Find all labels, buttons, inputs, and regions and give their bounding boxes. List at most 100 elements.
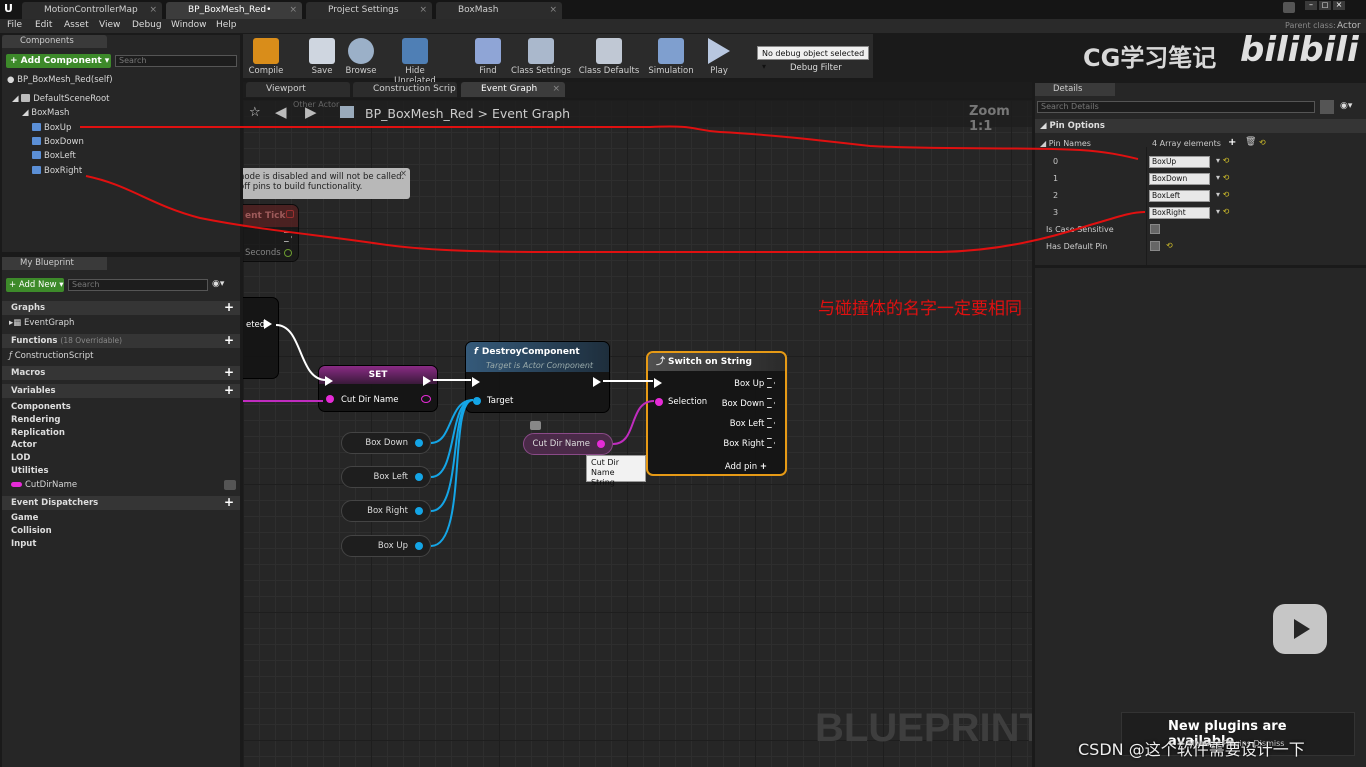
section-functions[interactable]: Functions (18 Overridable) + [2, 334, 240, 348]
section-macros[interactable]: Macros + [2, 366, 240, 380]
pin-name-field-1[interactable]: BoxDown [1149, 173, 1210, 185]
array-count: 4 Array elements [1152, 139, 1221, 148]
blueprint-search-input[interactable]: Search [68, 279, 208, 291]
dispatcher-group-game[interactable]: Game [11, 513, 38, 523]
var-group-actor[interactable]: Actor [11, 440, 37, 450]
play-button[interactable]: Play [702, 36, 736, 78]
hide-unrelated-button[interactable]: Hide Unrelated [384, 36, 446, 86]
find-button[interactable]: Find [472, 36, 504, 78]
delete-element-icon[interactable]: 🗑 [1245, 137, 1256, 147]
dispatcher-group-input[interactable]: Input [11, 539, 36, 549]
close-icon[interactable]: × [552, 82, 560, 96]
component-boxup[interactable]: BoxUp [32, 123, 71, 133]
add-dispatcher-icon[interactable]: + [224, 496, 234, 509]
section-variables[interactable]: Variables + [2, 384, 240, 398]
var-group-rendering[interactable]: Rendering [11, 415, 60, 425]
tab-bp-boxmesh-red[interactable]: BP_BoxMesh_Red• × [166, 2, 302, 19]
menu-help[interactable]: Help [216, 20, 237, 30]
details-header: Details [1035, 83, 1115, 96]
menu-edit[interactable]: Edit [35, 20, 52, 30]
reset-default-icon[interactable]: ⟲ [1166, 241, 1173, 250]
default-pin-checkbox[interactable] [1150, 241, 1160, 251]
details-eye-icon[interactable]: ◉▾ [1340, 101, 1352, 111]
components-search-input[interactable]: Search [115, 55, 237, 67]
tab-project-settings[interactable]: Project Settings × [306, 2, 432, 19]
event-graph-canvas[interactable]: ☆ ◀ ▶ BP_BoxMesh_Red > Event Graph Other… [243, 100, 1032, 767]
minimize-icon[interactable]: – [1305, 1, 1317, 10]
browse-button[interactable]: Browse [343, 36, 379, 78]
compile-button[interactable]: Compile [246, 36, 286, 78]
graph-eventgraph[interactable]: ▸▦ EventGraph [9, 318, 74, 328]
reset-default-icon[interactable]: ⟲ [1259, 138, 1266, 147]
tab-label: Event Graph [481, 84, 538, 94]
pin-options-section[interactable]: ◢ Pin Options [1035, 119, 1366, 133]
add-component-button[interactable]: + Add Component ▾ [6, 54, 111, 68]
add-new-button[interactable]: + Add New ▾ [6, 278, 64, 292]
add-graph-icon[interactable]: + [224, 301, 234, 314]
component-self[interactable]: ● BP_BoxMesh_Red(self) [7, 75, 113, 85]
component-boxdown[interactable]: BoxDown [32, 137, 84, 147]
class-settings-button[interactable]: Class Settings [511, 36, 571, 78]
component-boxright[interactable]: BoxRight [32, 166, 82, 176]
var-group-lod[interactable]: LOD [11, 453, 30, 463]
visibility-eye-icon[interactable]: ◉▾ [212, 279, 236, 290]
add-element-icon[interactable]: + [1228, 137, 1236, 148]
close-window-icon[interactable]: × [1333, 1, 1345, 10]
variable-cutdirname[interactable]: CutDirName [11, 480, 77, 490]
var-group-replication[interactable]: Replication [11, 428, 65, 438]
pin-name-field-0[interactable]: BoxUp [1149, 156, 1210, 168]
component-label: BoxRight [44, 166, 83, 176]
section-event-dispatchers[interactable]: Event Dispatchers + [2, 496, 240, 510]
debug-object-select[interactable]: No debug object selected ▾ [757, 46, 869, 71]
component-root[interactable]: ◢ DefaultSceneRoot [12, 94, 109, 104]
button-label: Browse [345, 66, 377, 76]
debug-filter-label: Debug Filter [790, 63, 842, 73]
menu-asset[interactable]: Asset [64, 20, 89, 30]
tab-boxmash[interactable]: BoxMash × [436, 2, 562, 19]
component-boxleft[interactable]: BoxLeft [32, 151, 76, 161]
tab-motioncontrollermap[interactable]: MotionControllerMap × [22, 2, 162, 19]
menu-window[interactable]: Window [171, 20, 207, 30]
add-function-icon[interactable]: + [224, 334, 234, 347]
element-menu-icon[interactable]: ▾ ⟲ [1216, 207, 1229, 216]
details-grid-icon[interactable] [1320, 100, 1334, 114]
var-group-components[interactable]: Components [11, 402, 71, 412]
element-menu-icon[interactable]: ▾ ⟲ [1216, 156, 1229, 165]
simulation-button[interactable]: Simulation [647, 36, 695, 78]
menu-view[interactable]: View [99, 20, 120, 30]
my-blueprint-panel: My Blueprint + Add New ▾ Search ◉▾ Graph… [2, 257, 240, 767]
tab-construction-script[interactable]: Construction Scrip [353, 82, 457, 97]
details-search-input[interactable]: Search Details [1037, 101, 1315, 113]
add-macro-icon[interactable]: + [224, 366, 234, 379]
element-menu-icon[interactable]: ▾ ⟲ [1216, 173, 1229, 182]
save-button[interactable]: Save [306, 36, 338, 78]
tab-viewport[interactable]: Viewport [246, 82, 350, 97]
var-group-utilities[interactable]: Utilities [11, 466, 49, 476]
section-graphs[interactable]: Graphs + [2, 301, 240, 315]
variable-visibility-icon[interactable] [224, 480, 236, 490]
close-icon[interactable]: × [419, 2, 427, 18]
button-label: Save [311, 66, 333, 76]
component-boxmash[interactable]: ◢ BoxMash [22, 108, 69, 118]
pin-name-field-3[interactable]: BoxRight [1149, 207, 1210, 219]
class-defaults-button[interactable]: Class Defaults [578, 36, 640, 78]
maximize-icon[interactable]: □ [1319, 1, 1331, 10]
tab-event-graph[interactable]: Event Graph × [461, 82, 565, 97]
add-variable-icon[interactable]: + [224, 384, 234, 397]
function-constructionscript[interactable]: ƒ ConstructionScript [9, 351, 93, 361]
menu-file[interactable]: File [7, 20, 22, 30]
pin-name-field-2[interactable]: BoxLeft [1149, 190, 1210, 202]
tab-label: Project Settings [328, 5, 399, 15]
collision-box-icon [32, 151, 41, 159]
menu-debug[interactable]: Debug [132, 20, 162, 30]
close-icon[interactable]: × [149, 2, 157, 18]
user-icon[interactable] [1283, 2, 1295, 13]
element-menu-icon[interactable]: ▾ ⟲ [1216, 190, 1229, 199]
dispatcher-group-collision[interactable]: Collision [11, 526, 52, 536]
compile-icon [253, 38, 279, 64]
close-icon[interactable]: × [549, 2, 557, 18]
default-pin-row: Has Default Pin [1035, 242, 1366, 251]
case-sensitive-checkbox[interactable] [1150, 224, 1160, 234]
close-icon[interactable]: × [289, 2, 297, 18]
cg-watermark: CG学习笔记 [1083, 44, 1217, 72]
